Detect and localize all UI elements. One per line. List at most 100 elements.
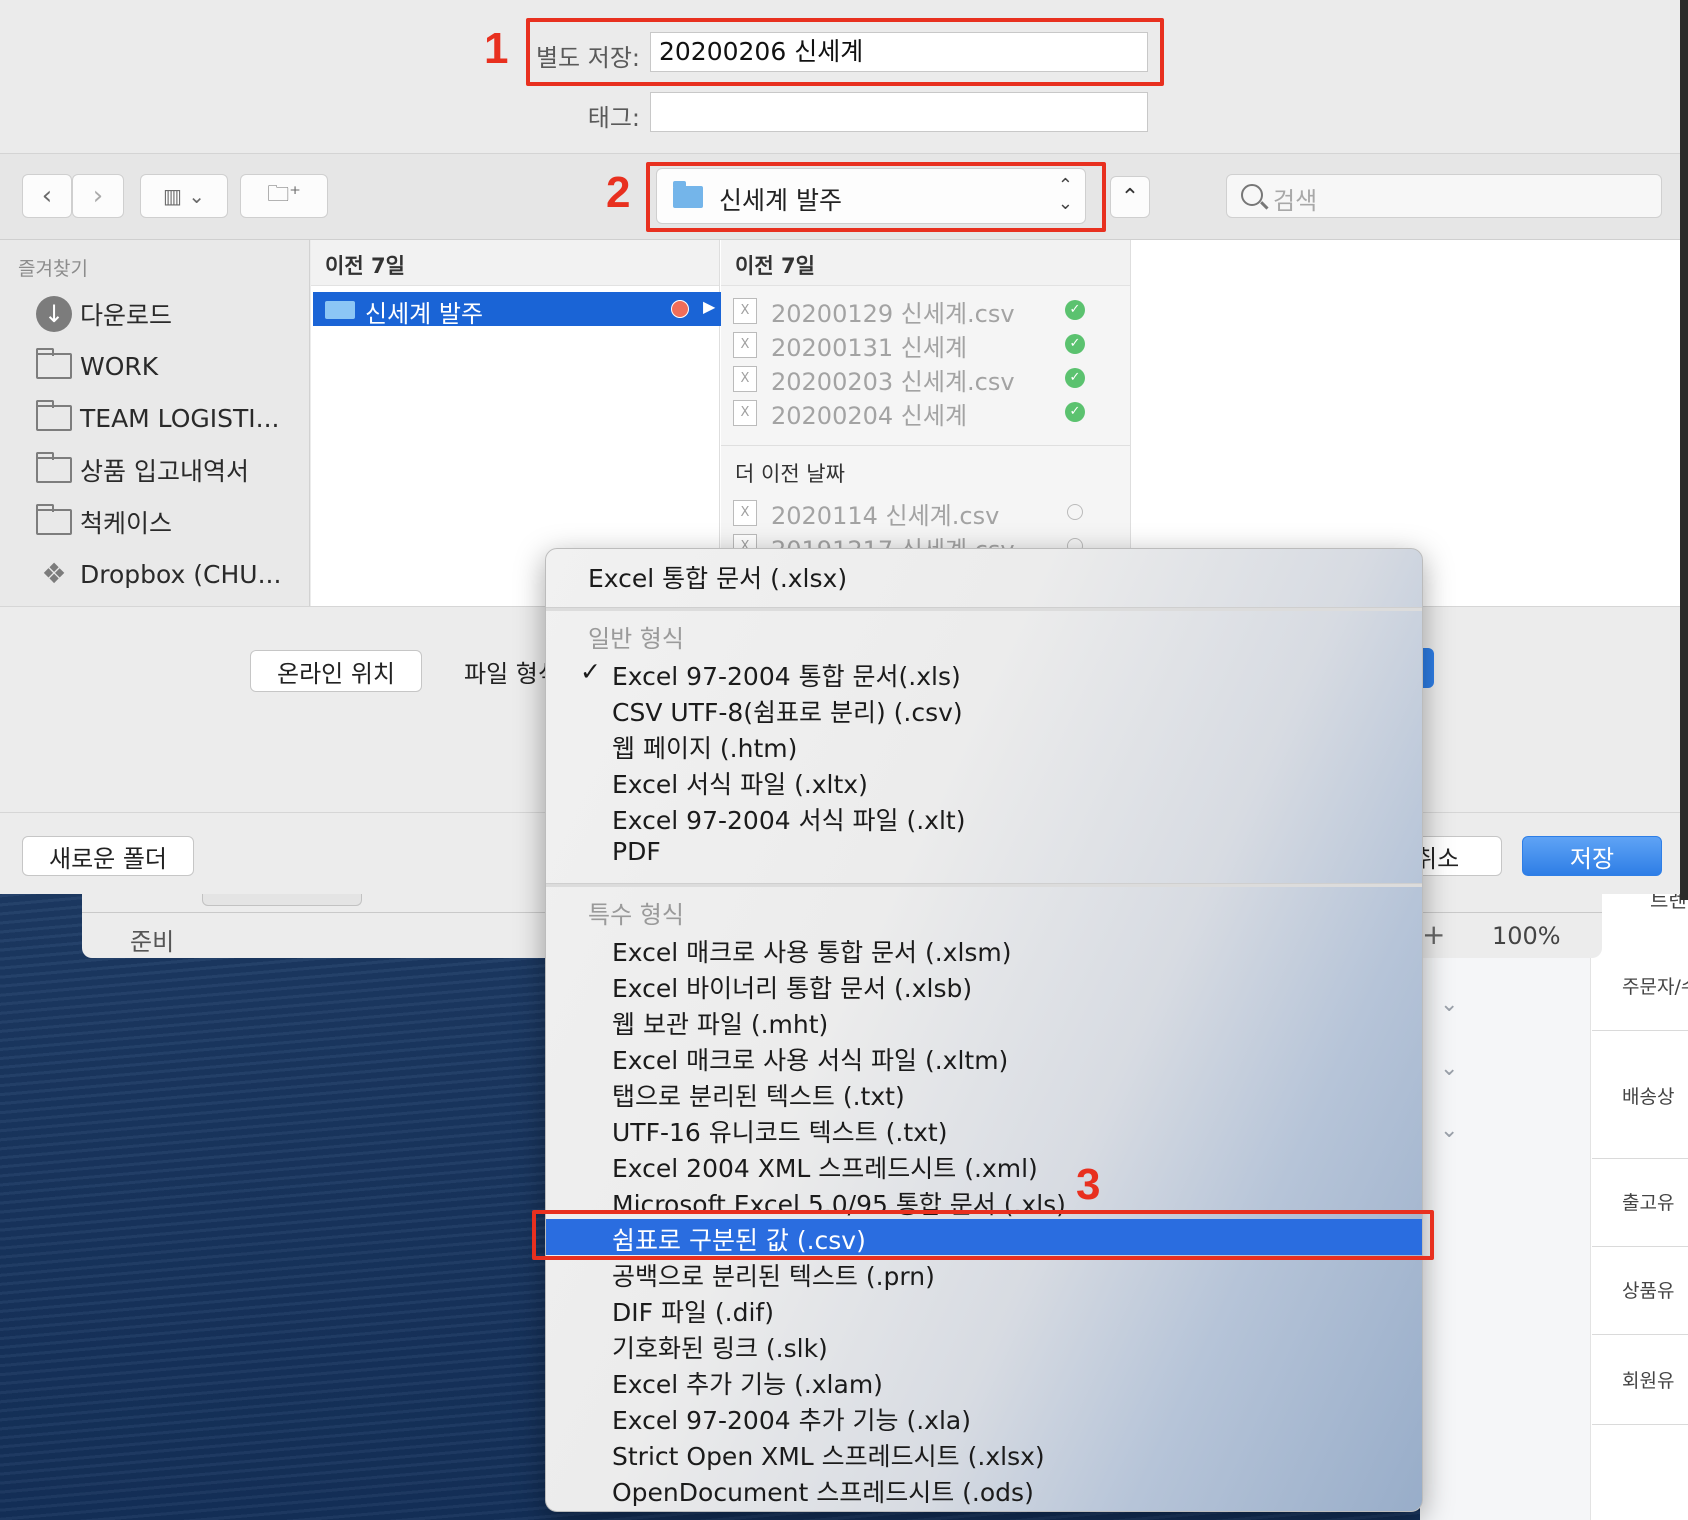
checkmark-icon: ✓ <box>580 657 601 686</box>
menu-item-tab-txt[interactable]: 탭으로 분리된 텍스트 (.txt) <box>546 1075 1422 1111</box>
menu-item-prn[interactable]: 공백으로 분리된 텍스트 (.prn) <box>546 1255 1422 1291</box>
menu-item-strict-xlsx[interactable]: Strict Open XML 스프레드시트 (.xlsx) <box>546 1435 1422 1471</box>
web-label-release: 출고유 <box>1622 1192 1675 1214</box>
menu-item-xltm[interactable]: Excel 매크로 사용 서식 파일 (.xltm) <box>546 1039 1422 1075</box>
menu-item-label: 기호화된 링크 (.slk) <box>612 1334 828 1363</box>
chevron-up-icon: ⌃ <box>1120 184 1140 210</box>
menu-item-xlsm[interactable]: Excel 매크로 사용 통합 문서 (.xlsm) <box>546 931 1422 967</box>
menu-item-xlam[interactable]: Excel 추가 기능 (.xlam) <box>546 1363 1422 1399</box>
menu-item-xla[interactable]: Excel 97-2004 추가 기능 (.xla) <box>546 1399 1422 1435</box>
file-row[interactable]: X 20200131 신세계 ✓ <box>733 326 1125 362</box>
excel-file-icon: X <box>733 366 757 392</box>
search-icon <box>1241 184 1263 206</box>
web-label-member: 회원유 <box>1622 1370 1675 1392</box>
annotation-number-3: 3 <box>1076 1160 1101 1209</box>
menu-item-label: Excel 97-2004 추가 기능 (.xla) <box>612 1406 971 1435</box>
menu-item-xls[interactable]: ✓ Excel 97-2004 통합 문서(.xls) <box>546 655 1422 691</box>
chevron-right-icon: › <box>92 181 104 211</box>
chevron-down-icon[interactable]: ⌄ <box>1440 1056 1458 1081</box>
menu-item-utf16-txt[interactable]: UTF-16 유니코드 텍스트 (.txt) <box>546 1111 1422 1147</box>
file-name: 20200204 신세계 <box>771 402 968 430</box>
web-divider <box>1592 1334 1688 1335</box>
sidebar-item-work[interactable]: WORK <box>36 346 158 386</box>
menu-item-label: Excel 매크로 사용 통합 문서 (.xlsm) <box>612 938 1012 967</box>
menu-item-label: Excel 통합 문서 (.xlsx) <box>588 564 848 593</box>
zoom-level[interactable]: 100% <box>1492 922 1561 950</box>
new-folder-toolbar-button[interactable]: 🗀⁺ <box>240 174 328 218</box>
web-label-shipping: 배송상 <box>1622 1086 1675 1108</box>
expand-collapse-button[interactable]: ⌃ <box>1110 176 1150 218</box>
folder-row-selected[interactable]: 신세계 발주 ▶ <box>313 292 721 328</box>
web-label-product: 상품유 <box>1622 1280 1675 1302</box>
search-input[interactable]: 검색 <box>1226 174 1662 218</box>
menu-item-xlsx[interactable]: Excel 통합 문서 (.xlsx) <box>546 557 1422 593</box>
folder-icon <box>36 400 72 431</box>
sidebar-item-chuckcase[interactable]: 척케이스 <box>36 502 172 542</box>
annotation-box-2 <box>646 162 1106 232</box>
web-label-orderer: 주문자/수 <box>1622 976 1688 998</box>
column-header: 이전 7일 <box>325 254 405 278</box>
chevron-down-icon[interactable]: ⌄ <box>1440 992 1458 1017</box>
menu-item-label: 웹 보관 파일 (.mht) <box>612 1010 829 1039</box>
download-icon: ↓ <box>36 296 72 332</box>
menu-separator <box>546 883 1422 887</box>
menu-item-slk[interactable]: 기호화된 링크 (.slk) <box>546 1327 1422 1363</box>
menu-item-label: Strict Open XML 스프레드시트 (.xlsx) <box>612 1442 1045 1471</box>
new-folder-icon: 🗀⁺ <box>267 182 301 207</box>
menu-item-xlsb[interactable]: Excel 바이너리 통합 문서 (.xlsb) <box>546 967 1422 1003</box>
menu-item-csv-utf8[interactable]: CSV UTF-8(쉼표로 분리) (.csv) <box>546 691 1422 727</box>
menu-item-label: 공백으로 분리된 텍스트 (.prn) <box>612 1262 935 1291</box>
menu-item-label: OpenDocument 스프레드시트 (.ods) <box>612 1478 1034 1507</box>
status-text: 준비 <box>130 928 175 956</box>
sidebar-item-team-logistics[interactable]: TEAM LOGISTI... <box>36 398 280 438</box>
menu-item-xltx[interactable]: Excel 서식 파일 (.xltx) <box>546 763 1422 799</box>
sidebar-item-label: TEAM LOGISTI... <box>80 403 280 433</box>
tags-input[interactable] <box>650 92 1148 132</box>
folder-icon <box>325 301 355 319</box>
menu-item-label: Excel 97-2004 통합 문서(.xls) <box>612 662 961 691</box>
file-name: 2020114 신세계.csv <box>771 502 1000 530</box>
excel-file-icon: X <box>733 298 757 324</box>
menu-item-label: 탭으로 분리된 텍스트 (.txt) <box>612 1082 905 1111</box>
back-button[interactable]: ‹ <box>22 174 72 218</box>
sidebar-item-downloads[interactable]: ↓ 다운로드 <box>36 294 172 334</box>
disclosure-arrow-icon: ▶ <box>703 297 716 316</box>
file-row[interactable]: X 20200129 신세계.csv ✓ <box>733 292 1125 328</box>
chevron-down-icon[interactable]: ⌄ <box>1440 1118 1458 1143</box>
menu-item-label: CSV UTF-8(쉼표로 분리) (.csv) <box>612 698 963 727</box>
file-row[interactable]: X 20200203 신세계.csv ✓ <box>733 360 1125 396</box>
forward-button[interactable]: › <box>72 174 124 218</box>
tag-dot-icon <box>671 300 689 318</box>
view-mode-button[interactable]: ▥ ⌄ <box>140 174 228 218</box>
menu-item-label: PDF <box>612 837 661 866</box>
file-row[interactable]: X 20200204 신세계 ✓ <box>733 394 1125 430</box>
menu-item-label: 웹 페이지 (.htm) <box>612 734 798 763</box>
older-section-title: 더 이전 날짜 <box>735 462 845 486</box>
file-format-menu: Excel 통합 문서 (.xlsx) 일반 형식 ✓ Excel 97-2004… <box>545 548 1423 1512</box>
menu-item-label: Excel 2004 XML 스프레드시트 (.xml) <box>612 1154 1038 1183</box>
menu-item-label: Excel 추가 기능 (.xlam) <box>612 1370 883 1399</box>
excel-file-icon: X <box>733 500 757 526</box>
menu-item-dif[interactable]: DIF 파일 (.dif) <box>546 1291 1422 1327</box>
menu-item-ods[interactable]: OpenDocument 스프레드시트 (.ods) <box>546 1471 1422 1507</box>
new-folder-button[interactable]: 새로운 폴더 <box>22 836 194 876</box>
menu-item-mht[interactable]: 웹 보관 파일 (.mht) <box>546 1003 1422 1039</box>
save-button[interactable]: 저장 <box>1522 836 1662 876</box>
file-name: 20200203 신세계.csv <box>771 368 1015 396</box>
sidebar-item-receiving[interactable]: 상품 입고내역서 <box>36 450 249 490</box>
menu-item-htm[interactable]: 웹 페이지 (.htm) <box>546 727 1422 763</box>
online-location-button[interactable]: 온라인 위치 <box>250 650 422 692</box>
zoom-in-button[interactable]: + <box>1422 918 1445 951</box>
file-name: 20200129 신세계.csv <box>771 300 1015 328</box>
sidebar-item-dropbox[interactable]: ❖ Dropbox (CHU... <box>36 554 281 594</box>
menu-item-xml[interactable]: Excel 2004 XML 스프레드시트 (.xml) <box>546 1147 1422 1183</box>
file-row[interactable]: X 2020114 신세계.csv <box>733 494 1125 530</box>
file-name: 20200131 신세계 <box>771 334 968 362</box>
window-edge <box>1680 0 1688 900</box>
annotation-box-3 <box>532 1210 1434 1260</box>
menu-item-xlt[interactable]: Excel 97-2004 서식 파일 (.xlt) <box>546 799 1422 835</box>
column-header: 이전 7일 <box>735 254 815 278</box>
menu-item-label: Excel 바이너리 통합 문서 (.xlsb) <box>612 974 973 1003</box>
sidebar-item-label: 척케이스 <box>80 509 173 538</box>
menu-item-pdf[interactable]: PDF <box>546 835 1422 871</box>
